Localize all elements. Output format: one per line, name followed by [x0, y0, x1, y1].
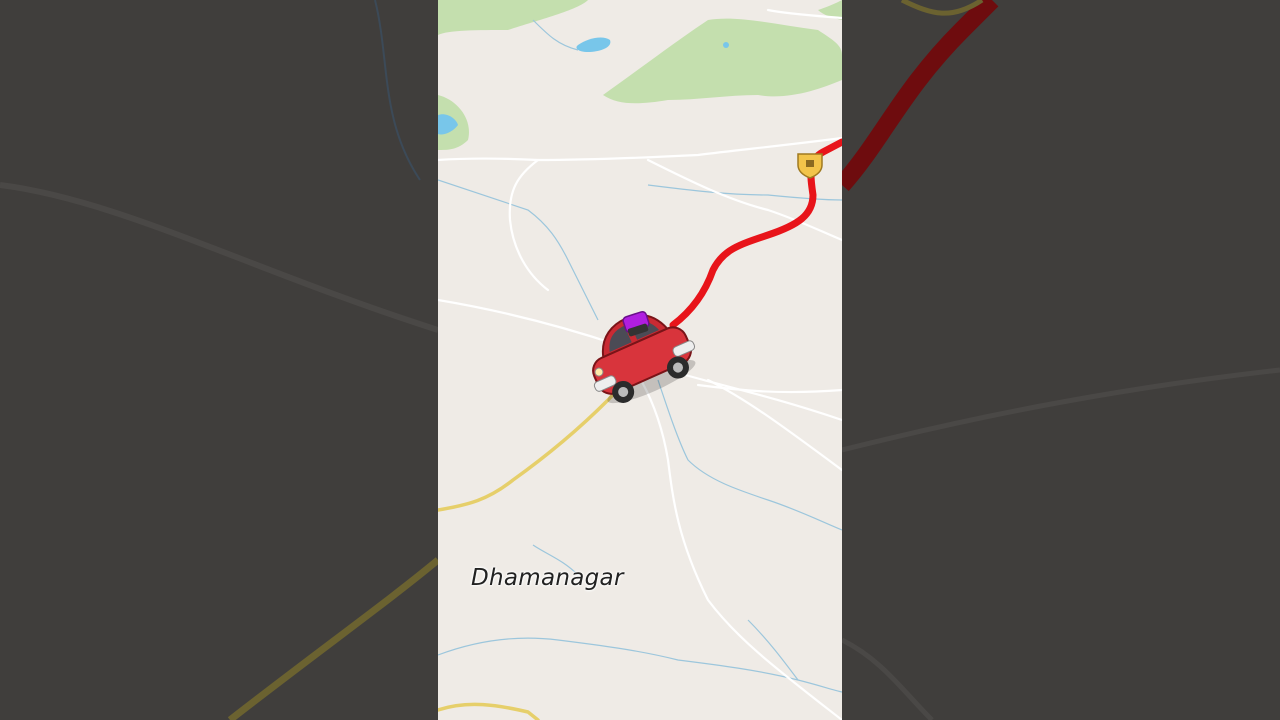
- video-frame: ak Dhamanagar: [0, 0, 1280, 720]
- highway: [438, 702, 540, 720]
- map-view[interactable]: ak Dhamanagar: [438, 0, 842, 720]
- forest-area: [438, 0, 588, 35]
- place-label-dhamanagar: Dhamanagar: [471, 565, 624, 591]
- blurred-backdrop-left: [0, 0, 438, 720]
- highway-shield-icon: [797, 153, 823, 179]
- forest-area: [603, 18, 842, 104]
- blurred-backdrop-right: [842, 0, 1280, 720]
- red-car-icon: [592, 310, 696, 404]
- lake: [576, 37, 611, 52]
- pond: [723, 42, 729, 48]
